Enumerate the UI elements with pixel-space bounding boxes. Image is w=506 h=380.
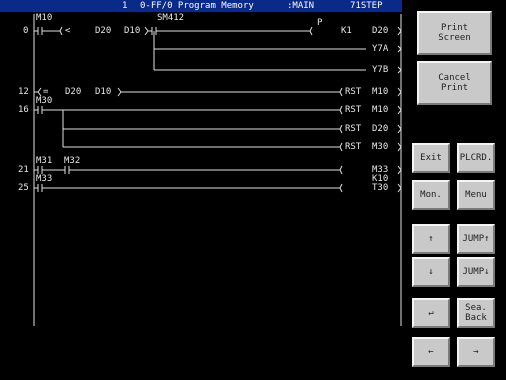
cancel-print-button[interactable]: Cancel Print xyxy=(417,61,492,105)
enter-icon: ↵ xyxy=(428,308,434,318)
arrow-right-icon: → xyxy=(473,347,479,357)
jump-up-button[interactable]: JUMP↑ xyxy=(457,224,495,254)
cursor-left-button[interactable]: ← xyxy=(412,337,450,367)
device-label: M30 xyxy=(36,96,53,106)
pulse-label: P xyxy=(317,18,323,28)
title-number: 1 xyxy=(122,1,128,11)
cursor-right-button[interactable]: → xyxy=(457,337,495,367)
step-number: 0 xyxy=(23,26,29,36)
cursor-up-button[interactable]: ↑ xyxy=(412,224,450,254)
jump-down-button[interactable]: JUMP↓ xyxy=(457,257,495,287)
device-label: M33 xyxy=(36,174,53,184)
compare-operator: < xyxy=(65,26,71,36)
device-label: SM412 xyxy=(157,13,185,23)
device-label: D10 xyxy=(124,26,141,36)
arrow-left-icon: ← xyxy=(428,347,434,357)
title-bar: 1 0-FF/0 Program Memory :MAIN 71STEP xyxy=(0,0,402,12)
device-label: D20 xyxy=(65,87,82,97)
title-steps: 71STEP xyxy=(350,1,383,11)
search-back-button[interactable]: Sea. Back xyxy=(457,298,495,328)
menu-button[interactable]: Menu xyxy=(457,180,495,210)
device-label: M10 xyxy=(372,87,389,97)
device-label: D20 xyxy=(372,26,389,36)
step-number: 25 xyxy=(18,183,29,193)
arrow-up-icon: ↑ xyxy=(428,234,434,244)
cursor-down-button[interactable]: ↓ xyxy=(412,257,450,287)
step-number: 21 xyxy=(18,165,29,175)
title-memory: 0-FF/0 Program Memory xyxy=(140,1,254,11)
device-label: M10 xyxy=(372,105,389,115)
print-screen-button[interactable]: Print Screen xyxy=(417,11,492,55)
step-number: 16 xyxy=(18,105,29,115)
instruction-label: RST xyxy=(345,105,362,115)
device-label: M32 xyxy=(64,156,81,166)
title-program: :MAIN xyxy=(287,1,315,11)
coil-label: T30 xyxy=(372,183,389,193)
arrow-down-icon: ↓ xyxy=(428,267,434,277)
coil-label: Y7A xyxy=(372,44,389,54)
plcrd-button[interactable]: PLCRD. xyxy=(457,143,495,173)
instruction-label: RST xyxy=(345,142,362,152)
device-label: M31 xyxy=(36,156,53,166)
enter-button[interactable]: ↵ xyxy=(412,298,450,328)
monitor-button[interactable]: Mon. xyxy=(412,180,450,210)
side-button-panel: Print Screen Cancel Print Exit PLCRD. Mo… xyxy=(405,0,506,380)
instruction-label: RST xyxy=(345,87,362,97)
ladder-lines xyxy=(33,14,402,326)
device-label: M30 xyxy=(372,142,389,152)
device-label: D20 xyxy=(95,26,112,36)
step-number: 12 xyxy=(18,87,29,97)
exit-button[interactable]: Exit xyxy=(412,143,450,173)
device-label: K1 xyxy=(341,26,352,36)
instruction-label: RST xyxy=(345,124,362,134)
device-label: M10 xyxy=(36,13,53,23)
coil-label: Y7B xyxy=(372,65,389,75)
ladder-diagram[interactable]: 0 12 16 21 25 M10 < D20 D10 SM412 P K1 D… xyxy=(0,12,410,360)
device-label: D10 xyxy=(95,87,112,97)
gt-screen: 1 0-FF/0 Program Memory :MAIN 71STEP 0 1… xyxy=(0,0,506,380)
device-label: D20 xyxy=(372,124,389,134)
